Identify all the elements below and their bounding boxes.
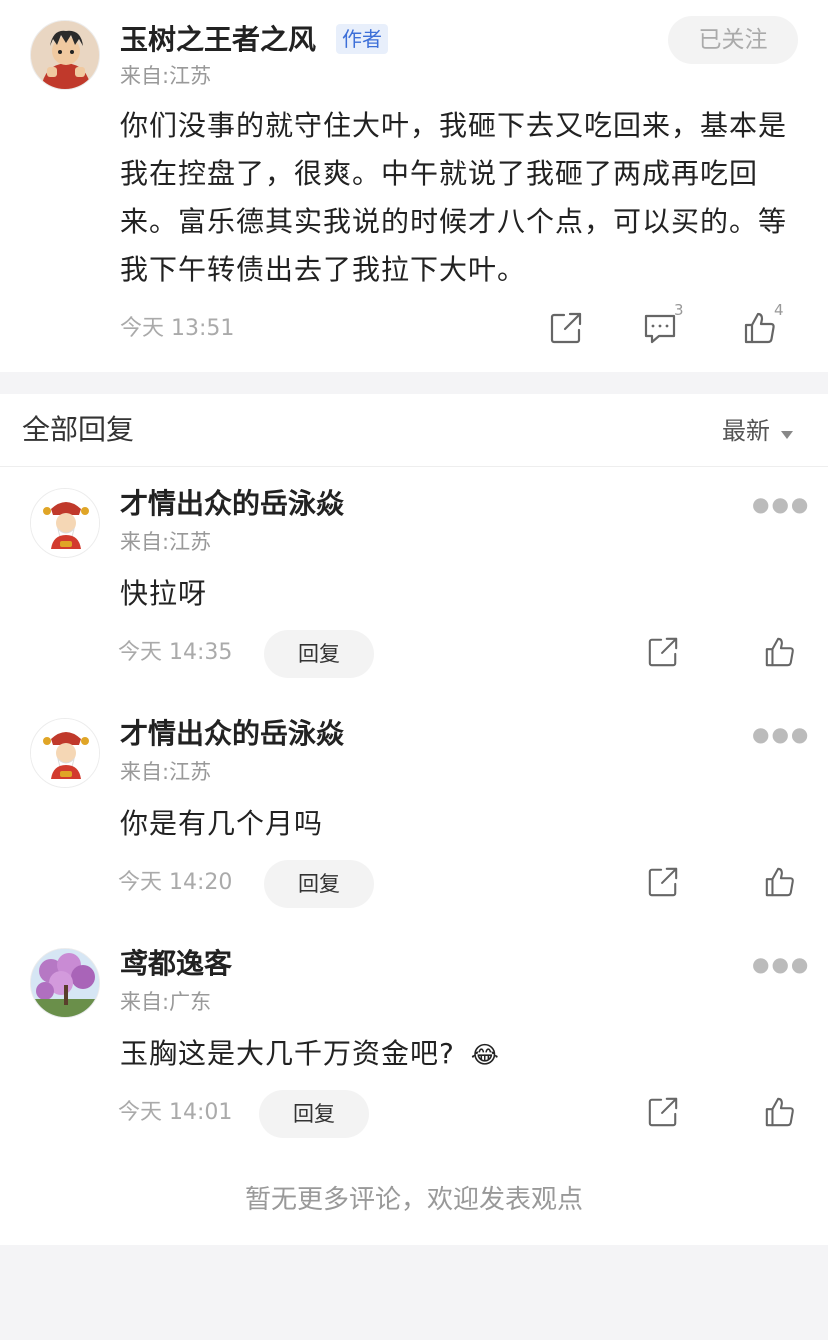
more-options-icon[interactable]: ●●● [752,724,810,744]
like-icon[interactable] [764,636,796,668]
reply-avatar[interactable] [30,718,100,788]
reply-button[interactable]: 回复 [264,630,374,678]
divider [0,466,828,467]
replies-title: 全部回复 [22,413,135,446]
reply-author-name[interactable]: 才情出众的岳泳焱 [120,716,344,752]
share-icon[interactable] [647,866,679,898]
like-icon[interactable] [764,866,796,898]
sort-label: 最新 [722,417,770,445]
share-icon[interactable] [647,636,679,668]
reply-content: 你是有几个月吗 [120,807,324,840]
reply-author-name[interactable]: 才情出众的岳泳焱 [120,486,344,522]
like-icon[interactable] [743,311,777,345]
post-time: 今天 13:51 [120,316,235,341]
reply-item: 才情出众的岳泳焱 ●●● 来自:江苏 你是有几个月吗 今天 14:20 回复 [0,716,828,926]
no-more-comments: 暂无更多评论，欢迎发表观点 [244,1185,583,1215]
share-icon[interactable] [549,311,583,345]
like-count: 4 [774,301,784,319]
comment-icon[interactable] [642,312,678,346]
laughing-tears-emoji: 😂 [470,1041,500,1069]
reply-time: 今天 14:35 [118,640,233,665]
like-icon[interactable] [764,1096,796,1128]
author-avatar[interactable] [30,20,100,90]
reply-location: 来自:江苏 [120,530,212,554]
reply-item: 才情出众的岳泳焱 ●●● 来自:江苏 快拉呀 今天 14:35 回复 [0,486,828,696]
reply-avatar[interactable] [30,948,100,1018]
replies-section: 全部回复 最新 才情出众的岳泳焱 ●●● 来自:江苏 快拉呀 今天 14:35 … [0,394,828,1245]
reply-content: 快拉呀 [120,577,208,610]
caret-down-icon [781,430,794,439]
post-content: 你们没事的就守住大叶，我砸下去又吃回来，基本是我在控盘了，很爽。中午就说了我砸了… [120,109,788,286]
reply-item: 鸢都逸客 ●●● 来自:广东 玉胸这是大几千万资金吧? 😂 今天 14:01 回… [0,946,828,1156]
sort-dropdown[interactable]: 最新 [722,414,794,448]
more-options-icon[interactable]: ●●● [752,494,810,514]
reply-button[interactable]: 回复 [259,1090,369,1138]
reply-time: 今天 14:01 [118,1100,233,1125]
reply-location: 来自:广东 [120,990,212,1014]
reply-time: 今天 14:20 [118,870,233,895]
author-badge: 作者 [336,24,388,54]
author-location: 来自:江苏 [120,64,212,88]
more-options-icon[interactable]: ●●● [752,954,810,974]
reply-author-name[interactable]: 鸢都逸客 [120,946,232,982]
author-name[interactable]: 玉树之王者之风 [120,22,316,58]
reply-button[interactable]: 回复 [264,860,374,908]
follow-button[interactable]: 已关注 [668,16,798,64]
reply-content: 玉胸这是大几千万资金吧? 😂 [120,1030,500,1079]
reply-location: 来自:江苏 [120,760,212,784]
reply-text: 玉胸这是大几千万资金吧? [120,1037,455,1070]
share-icon[interactable] [647,1096,679,1128]
comment-count: 3 [674,301,684,319]
main-post: 玉树之王者之风 作者 已关注 来自:江苏 你们没事的就守住大叶，我砸下去又吃回来… [0,0,828,372]
reply-avatar[interactable] [30,488,100,558]
